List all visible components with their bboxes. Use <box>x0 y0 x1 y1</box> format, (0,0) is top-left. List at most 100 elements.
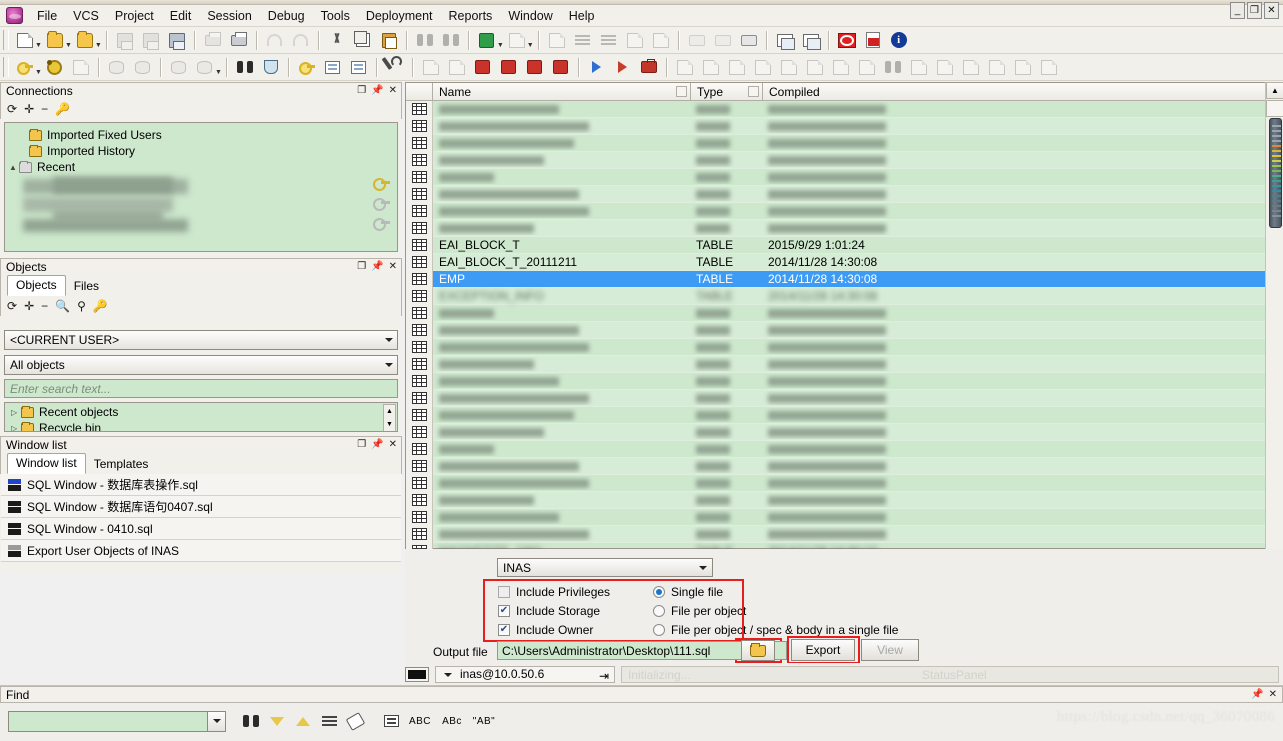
table-row[interactable] <box>406 474 1282 492</box>
new-object-icon[interactable] <box>13 29 37 52</box>
connection-indicator[interactable]: inas@10.0.50.6 ⇥ <box>435 665 615 683</box>
save-all-icon[interactable] <box>165 29 189 52</box>
command-window-icon[interactable] <box>259 56 283 79</box>
table-row[interactable] <box>406 338 1282 356</box>
objects-tree[interactable]: ▷ Recent objects ▷ Recycle bin ▲ ▼ <box>4 402 398 432</box>
menu-item-session[interactable]: Session <box>199 7 259 25</box>
tree-expander[interactable]: ▲ <box>9 163 19 172</box>
table-row[interactable] <box>406 134 1282 152</box>
macro-icon[interactable] <box>737 29 761 52</box>
browse-button[interactable] <box>741 640 775 661</box>
radio-file-per-object-spec-body[interactable]: File per object / spec & body in a singl… <box>653 620 983 639</box>
tree-item-imported-history[interactable]: Imported History <box>5 143 397 159</box>
find-options-icon[interactable] <box>378 710 404 732</box>
column-resize-handle[interactable] <box>676 86 687 97</box>
close-icon[interactable]: ✕ <box>389 86 397 96</box>
table-row[interactable] <box>406 491 1282 509</box>
object-list-rows[interactable]: EAI_BLOCK_T TABLE 2015/9/29 1:01:24 EAI_BLO… <box>406 101 1282 549</box>
redacted-connection-row[interactable] <box>23 219 188 232</box>
scroll-up-button[interactable]: ▲ <box>1266 82 1283 99</box>
objects-tree-scrollbar[interactable]: ▲ ▼ <box>383 404 396 431</box>
maximize-icon[interactable]: ❐ <box>357 440 366 450</box>
current-user-select[interactable]: <CURRENT USER> <box>4 330 398 350</box>
table-row[interactable] <box>406 440 1282 458</box>
checkbox-box[interactable]: ✔ <box>498 604 510 617</box>
list-item[interactable]: SQL Window - 0410.sql <box>1 518 401 540</box>
scroll-up-icon[interactable]: ▲ <box>384 405 395 418</box>
maximize-icon[interactable]: ❐ <box>357 262 366 272</box>
column-header-type[interactable]: Type <box>691 83 763 100</box>
open-recent-icon[interactable] <box>73 29 97 52</box>
menu-item-tools[interactable]: Tools <box>313 7 358 25</box>
menu-item-deployment[interactable]: Deployment <box>358 7 441 25</box>
checkbox-include-owner[interactable]: ✔ Include Owner <box>498 620 658 639</box>
tree-item-recent[interactable]: ▲ Recent <box>5 159 397 175</box>
open-icon[interactable] <box>43 29 67 52</box>
pin-icon[interactable]: 📌 <box>1251 689 1263 700</box>
menu-item-window[interactable]: Window <box>500 7 560 25</box>
cascade-windows-icon[interactable] <box>773 29 797 52</box>
checkbox-include-storage[interactable]: ✔ Include Storage <box>498 601 658 620</box>
run-to-exception-icon[interactable] <box>549 56 573 79</box>
preferences-icon[interactable] <box>43 56 67 79</box>
highlight-all-icon[interactable] <box>316 710 342 732</box>
remove-icon[interactable]: − <box>41 300 48 312</box>
tools-icon[interactable] <box>383 56 407 79</box>
maximize-icon[interactable]: ❐ <box>357 86 366 96</box>
menu-item-reports[interactable]: Reports <box>441 7 501 25</box>
radio-button[interactable] <box>653 585 665 598</box>
history-icon[interactable] <box>347 56 371 79</box>
toolbar-grip[interactable] <box>3 30 9 50</box>
pin-icon[interactable]: 📌 <box>371 86 383 96</box>
chevron-down-icon[interactable] <box>385 338 393 342</box>
column-header-compiled[interactable]: Compiled <box>763 83 1282 100</box>
paste-icon[interactable] <box>377 29 401 52</box>
object-type-select[interactable]: All objects <box>4 355 398 375</box>
breakpoint-icon[interactable] <box>637 56 661 79</box>
execute-icon[interactable] <box>475 29 499 52</box>
menu-item-edit[interactable]: Edit <box>162 7 200 25</box>
step-into-icon[interactable] <box>497 56 521 79</box>
tree-expander[interactable]: ▷ <box>11 408 21 417</box>
menu-item-help[interactable]: Help <box>561 7 603 25</box>
scroll-down-icon[interactable]: ▼ <box>384 418 395 431</box>
add-icon[interactable]: ✛ <box>24 103 34 115</box>
checkbox-box[interactable]: ✔ <box>498 623 510 636</box>
regex-icon[interactable]: "AB" <box>468 710 500 732</box>
oracle-icon[interactable] <box>835 29 859 52</box>
edit-icon[interactable]: 🔑 <box>93 300 108 312</box>
explain-plan-icon[interactable] <box>295 56 319 79</box>
session-icon[interactable] <box>321 56 345 79</box>
tree-expander[interactable]: ▷ <box>11 424 21 432</box>
chevron-down-icon[interactable] <box>207 711 225 731</box>
scroll-page-button[interactable] <box>1266 100 1283 117</box>
pin-icon[interactable]: 📌 <box>371 262 383 272</box>
filter-icon[interactable]: ⚲ <box>77 300 86 312</box>
export-button[interactable]: Export <box>791 639 855 661</box>
remove-icon[interactable]: − <box>41 103 48 115</box>
pin-icon[interactable]: ⇥ <box>599 669 609 683</box>
close-icon[interactable]: ✕ <box>389 262 397 272</box>
menu-item-debug[interactable]: Debug <box>260 7 313 25</box>
list-item[interactable]: Export User Objects of INAS <box>1 540 401 562</box>
table-row[interactable] <box>406 151 1282 169</box>
add-icon[interactable]: ✛ <box>24 300 34 312</box>
table-row[interactable] <box>406 117 1282 135</box>
find-up-icon[interactable] <box>290 710 316 732</box>
find-icon[interactable]: 🔍 <box>55 300 70 312</box>
tab-templates[interactable]: Templates <box>85 455 157 474</box>
table-row[interactable] <box>406 389 1282 407</box>
test-window-icon[interactable] <box>233 56 257 79</box>
table-row[interactable] <box>406 423 1282 441</box>
connections-tree[interactable]: Imported Fixed Users Imported History ▲ … <box>4 122 398 252</box>
copy-icon[interactable] <box>351 29 375 52</box>
table-row[interactable] <box>406 219 1282 237</box>
tree-item-recycle-bin[interactable]: ▷ Recycle bin <box>5 420 397 432</box>
pdf-report-icon[interactable] <box>861 29 885 52</box>
table-row[interactable]: EAI_BLOCK_T TABLE 2015/9/29 1:01:24 <box>406 236 1282 254</box>
chevron-down-icon[interactable] <box>699 566 707 570</box>
close-icon[interactable]: ✕ <box>389 440 397 450</box>
list-item[interactable]: SQL Window - 数据库语句0407.sql <box>1 496 401 518</box>
menu-item-project[interactable]: Project <box>107 7 162 25</box>
toolbar-grip[interactable] <box>3 57 9 77</box>
